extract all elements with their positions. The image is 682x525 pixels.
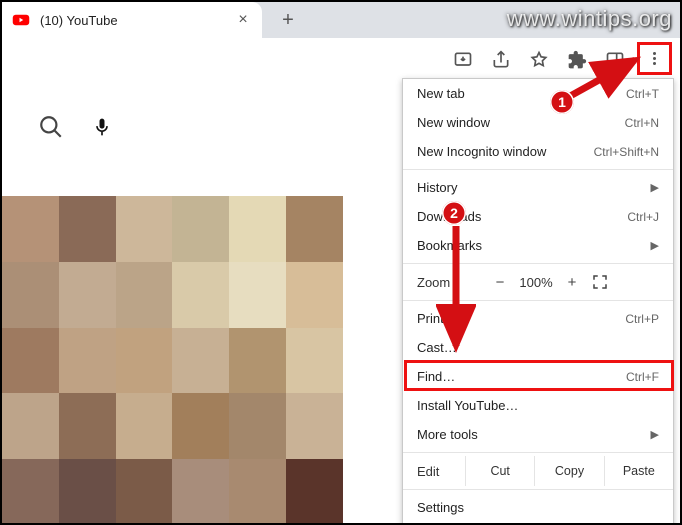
bookmark-star-icon[interactable]	[528, 49, 550, 71]
menu-item-settings[interactable]: Settings	[403, 493, 673, 522]
menu-item-cast[interactable]: Cast…	[403, 333, 673, 362]
browser-tab[interactable]: (10) YouTube ×	[2, 2, 262, 38]
share-icon[interactable]	[490, 49, 512, 71]
pixel-block	[229, 328, 286, 394]
pixel-block	[59, 328, 116, 394]
menu-item-incognito[interactable]: New Incognito windowCtrl+Shift+N	[403, 137, 673, 166]
pixel-block	[116, 393, 173, 459]
tab-title: (10) YouTube	[40, 13, 234, 28]
pixel-block	[229, 393, 286, 459]
menu-separator	[403, 489, 673, 490]
chrome-menu-button[interactable]	[637, 42, 672, 75]
fullscreen-icon[interactable]	[591, 273, 615, 291]
microphone-icon[interactable]	[92, 115, 112, 142]
chrome-main-menu: New tabCtrl+T New windowCtrl+N New Incog…	[402, 78, 674, 525]
menu-item-edit: Edit Cut Copy Paste	[403, 456, 673, 486]
zoom-in-button[interactable]: +	[559, 274, 585, 291]
menu-item-downloads[interactable]: DownloadsCtrl+J	[403, 202, 673, 231]
vertical-dots-icon	[646, 50, 664, 68]
search-icon[interactable]	[38, 114, 64, 143]
pixel-block	[116, 459, 173, 525]
menu-item-history[interactable]: History▶	[403, 173, 673, 202]
sidepanel-icon[interactable]	[604, 49, 626, 71]
pixel-block	[2, 393, 59, 459]
menu-item-zoom: Zoom − 100% +	[403, 267, 673, 297]
pixel-block	[59, 196, 116, 262]
menu-item-new-tab[interactable]: New tabCtrl+T	[403, 79, 673, 108]
pixelated-content	[2, 196, 343, 525]
pixel-block	[286, 393, 343, 459]
menu-item-new-window[interactable]: New windowCtrl+N	[403, 108, 673, 137]
zoom-value: 100%	[513, 275, 559, 290]
menu-separator	[403, 263, 673, 264]
youtube-favicon	[12, 11, 30, 29]
pixel-block	[286, 196, 343, 262]
close-tab-icon[interactable]: ×	[234, 12, 252, 28]
pixel-block	[172, 196, 229, 262]
pixel-block	[172, 262, 229, 328]
zoom-out-button[interactable]: −	[487, 274, 513, 291]
new-tab-button[interactable]: +	[276, 8, 300, 32]
pixel-block	[286, 459, 343, 525]
pixel-block	[2, 196, 59, 262]
menu-item-bookmarks[interactable]: Bookmarks▶	[403, 231, 673, 260]
pixel-block	[2, 328, 59, 394]
pixel-block	[116, 262, 173, 328]
pixel-block	[2, 262, 59, 328]
edit-cut-button[interactable]: Cut	[465, 456, 534, 486]
screenshot-stage: { "tab": { "title": "(10) YouTube" }, "m…	[0, 0, 682, 525]
pixel-block	[172, 459, 229, 525]
pixel-block	[229, 459, 286, 525]
extensions-icon[interactable]	[566, 49, 588, 71]
menu-separator	[403, 452, 673, 453]
pixel-block	[286, 328, 343, 394]
menu-item-install-youtube[interactable]: Install YouTube…	[403, 391, 673, 420]
pixel-block	[286, 262, 343, 328]
menu-item-more-tools[interactable]: More tools▶	[403, 420, 673, 449]
menu-separator	[403, 300, 673, 301]
pixel-block	[229, 196, 286, 262]
pixel-block	[59, 393, 116, 459]
pixel-block	[59, 459, 116, 525]
menu-item-print[interactable]: Print…Ctrl+P	[403, 304, 673, 333]
install-app-icon[interactable]	[452, 49, 474, 71]
tab-strip: (10) YouTube × +	[2, 2, 680, 38]
edit-paste-button[interactable]: Paste	[604, 456, 673, 486]
pixel-block	[229, 262, 286, 328]
pixel-block	[2, 459, 59, 525]
menu-separator	[403, 169, 673, 170]
pixel-block	[172, 328, 229, 394]
pixel-block	[116, 196, 173, 262]
pixel-block	[172, 393, 229, 459]
menu-item-find[interactable]: Find…Ctrl+F	[403, 362, 673, 391]
toolbar-right	[452, 44, 626, 76]
pixel-block	[116, 328, 173, 394]
edit-copy-button[interactable]: Copy	[534, 456, 603, 486]
youtube-search-area	[38, 114, 112, 143]
pixel-block	[59, 262, 116, 328]
